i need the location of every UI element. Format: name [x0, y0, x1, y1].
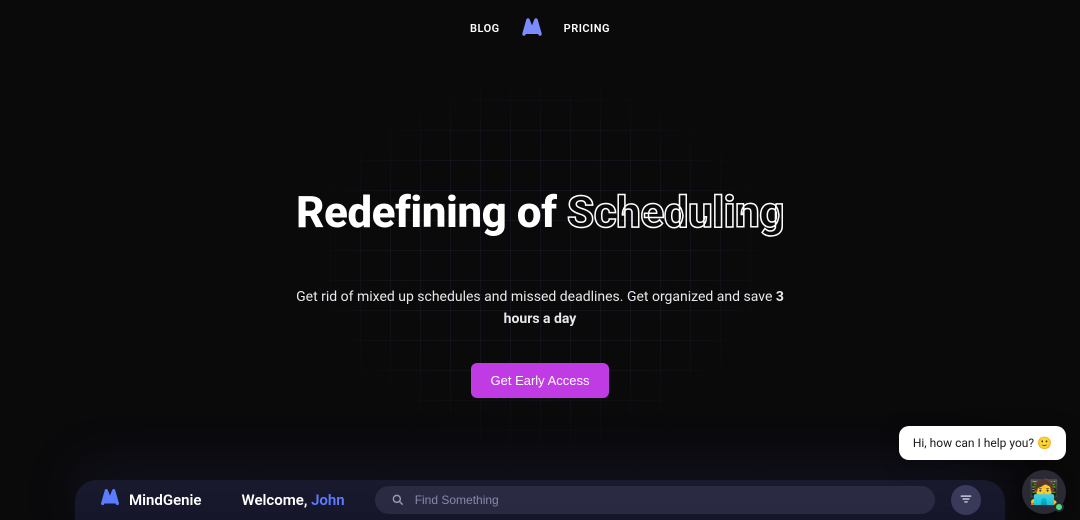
- app-preview-panel: MindGenie Welcome, John: [75, 480, 1005, 520]
- welcome-message: Welcome, John: [242, 491, 345, 509]
- chat-message-text: Hi, how can I help you? 🙂: [913, 436, 1052, 450]
- nav-pricing-link[interactable]: PRICING: [564, 22, 610, 35]
- search-icon: [391, 493, 405, 507]
- get-early-access-button[interactable]: Get Early Access: [471, 363, 610, 398]
- filter-button[interactable]: [951, 485, 981, 515]
- hero-section: Redefining of Scheduling Get rid of mixe…: [0, 56, 1080, 398]
- nav-blog-link[interactable]: BLOG: [470, 22, 500, 35]
- app-brand: MindGenie: [99, 487, 202, 513]
- headline-outline-word: Scheduling: [567, 186, 784, 238]
- avatar-icon: 🧑‍💻: [1029, 480, 1059, 504]
- search-box[interactable]: [375, 486, 935, 514]
- hero-headline: Redefining of Scheduling: [296, 186, 784, 238]
- app-logo-icon: [99, 487, 121, 513]
- welcome-username: John: [311, 491, 345, 509]
- subhead-text: Get rid of mixed up schedules and missed…: [296, 289, 776, 305]
- hero-subhead: Get rid of mixed up schedules and missed…: [280, 286, 800, 331]
- welcome-text: Welcome,: [242, 491, 312, 509]
- status-indicator-online: [1054, 502, 1064, 512]
- chat-help-bubble[interactable]: Hi, how can I help you? 🙂: [899, 426, 1066, 460]
- app-brand-name: MindGenie: [129, 491, 202, 509]
- chat-launcher-button[interactable]: 🧑‍💻: [1022, 470, 1066, 514]
- headline-prefix: Redefining of: [296, 186, 567, 238]
- filter-icon: [959, 491, 973, 510]
- search-input[interactable]: [415, 493, 919, 507]
- logo-icon[interactable]: [520, 16, 544, 40]
- top-nav: BLOG PRICING: [0, 0, 1080, 56]
